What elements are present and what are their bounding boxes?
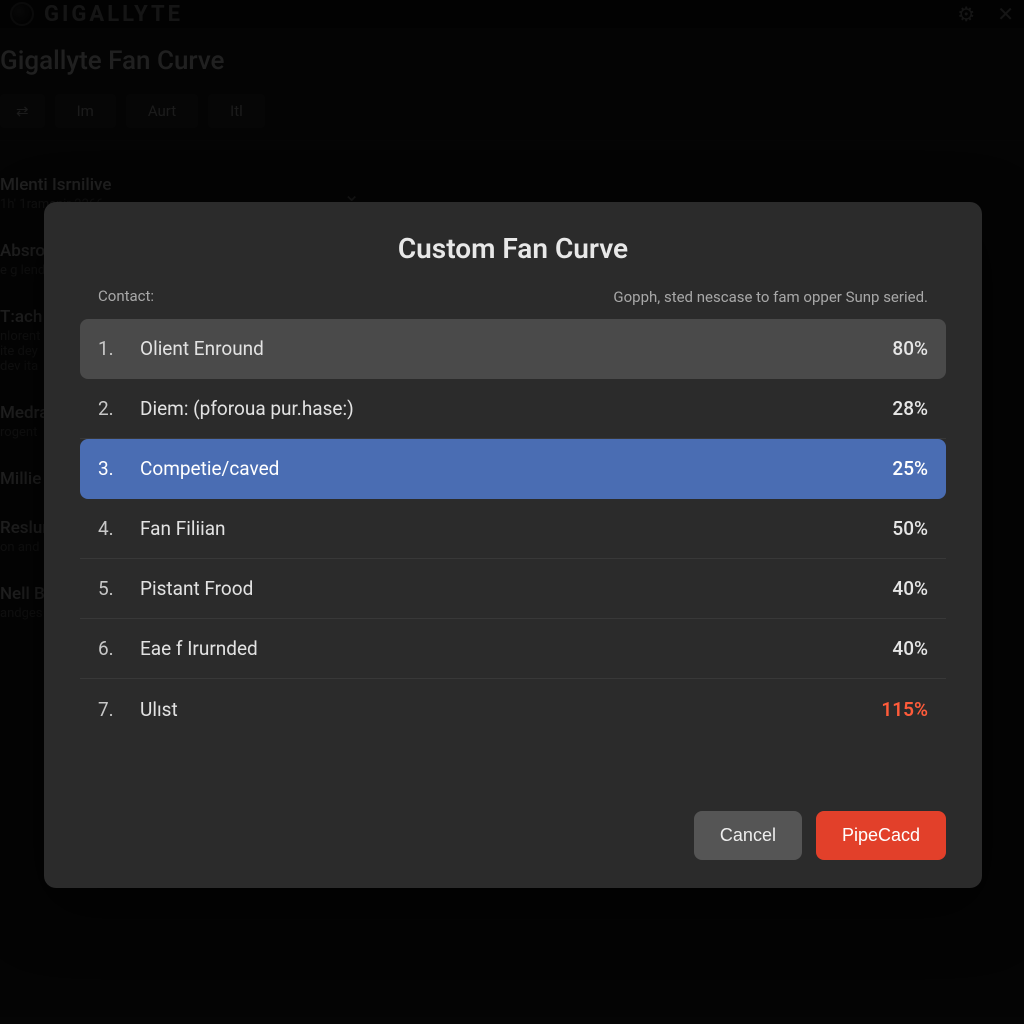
dialog-header: Contact: Gopph, sted nescase to fam oppe… [80, 287, 946, 319]
list-item[interactable]: 1. Olient Enround 80% [80, 319, 946, 379]
list-item-value: 28% [892, 397, 928, 420]
confirm-button[interactable]: PipeCacd [816, 811, 946, 860]
dialog-title: Custom Fan Curve [80, 232, 946, 265]
list-item-value: 80% [892, 337, 928, 360]
list-item-label: Ulıst [140, 698, 881, 721]
dialog-footer: Cancel PipeCacd [80, 811, 946, 860]
list-item-label: Eae f Irurnded [140, 637, 892, 660]
list-item-value: 40% [892, 577, 928, 600]
list-item-label: Diem: (pforoua pur.hase:) [140, 397, 892, 420]
list-item-number: 5. [98, 577, 140, 600]
list-item-label: Competie/caved [140, 457, 892, 480]
cancel-button[interactable]: Cancel [694, 811, 802, 860]
list-item-number: 4. [98, 517, 140, 540]
list-item[interactable]: 5. Pistant Frood 40% [80, 559, 946, 619]
list-item[interactable]: 7. Ulıst 115% [80, 679, 946, 739]
list-item-label: Fan Filiian [140, 517, 892, 540]
list-item-selected[interactable]: 3. Competie/caved 25% [80, 439, 946, 499]
list-item-value: 25% [892, 457, 928, 480]
list-item-value: 50% [892, 517, 928, 540]
list-item-number: 6. [98, 637, 140, 660]
dialog-header-right: Gopph, sted nescase to fam opper Sunp se… [613, 287, 928, 307]
list-item-value: 40% [892, 637, 928, 660]
list-item-label: Olient Enround [140, 337, 892, 360]
list-item-number: 1. [98, 337, 140, 360]
list-item[interactable]: 4. Fan Filiian 50% [80, 499, 946, 559]
list-item-number: 3. [98, 457, 140, 480]
list-item-label: Pistant Frood [140, 577, 892, 600]
dialog-header-left: Contact: [98, 287, 154, 307]
curve-list: 1. Olient Enround 80% 2. Diem: (pforoua … [80, 319, 946, 791]
list-item-value-warning: 115% [881, 698, 928, 721]
list-item[interactable]: 6. Eae f Irurnded 40% [80, 619, 946, 679]
list-item-number: 7. [98, 698, 140, 721]
list-item-number: 2. [98, 397, 140, 420]
custom-fan-curve-dialog: Custom Fan Curve Contact: Gopph, sted ne… [44, 202, 982, 888]
list-item[interactable]: 2. Diem: (pforoua pur.hase:) 28% [80, 379, 946, 439]
